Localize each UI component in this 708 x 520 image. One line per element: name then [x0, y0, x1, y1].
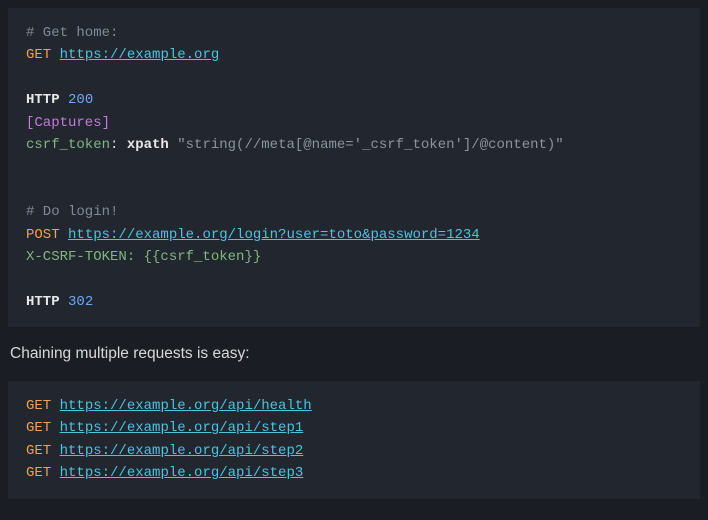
prose-text: Chaining multiple requests is easy: [0, 335, 708, 373]
http-method: POST [26, 227, 60, 243]
http-method: GET [26, 465, 51, 481]
http-method: GET [26, 398, 51, 414]
http-method: GET [26, 443, 51, 459]
code-block-2: GET https://example.org/api/health GET h… [8, 381, 700, 499]
url[interactable]: https://example.org/login?user=toto&pass… [68, 227, 480, 243]
xpath-string: "string(//meta[@name='_csrf_token']/@con… [177, 137, 563, 153]
capture-name: csrf_token [26, 137, 110, 153]
http-method: GET [26, 47, 51, 63]
header-name: X-CSRF-TOKEN: [26, 249, 135, 265]
status-code: 302 [68, 294, 93, 310]
colon: : [110, 137, 118, 153]
comment: # Do login! [26, 204, 118, 220]
url[interactable]: https://example.org/api/step3 [60, 465, 304, 481]
http-keyword: HTTP [26, 294, 60, 310]
http-method: GET [26, 420, 51, 436]
url[interactable]: https://example.org [60, 47, 220, 63]
url[interactable]: https://example.org/api/step2 [60, 443, 304, 459]
url[interactable]: https://example.org/api/step1 [60, 420, 304, 436]
status-code: 200 [68, 92, 93, 108]
comment: # Get home: [26, 25, 118, 41]
url[interactable]: https://example.org/api/health [60, 398, 312, 414]
http-keyword: HTTP [26, 92, 60, 108]
function-name: xpath [127, 137, 169, 153]
template-var: {{csrf_token}} [144, 249, 262, 265]
section-captures: [Captures] [26, 115, 110, 131]
code-block-1: # Get home: GET https://example.org HTTP… [8, 8, 700, 327]
